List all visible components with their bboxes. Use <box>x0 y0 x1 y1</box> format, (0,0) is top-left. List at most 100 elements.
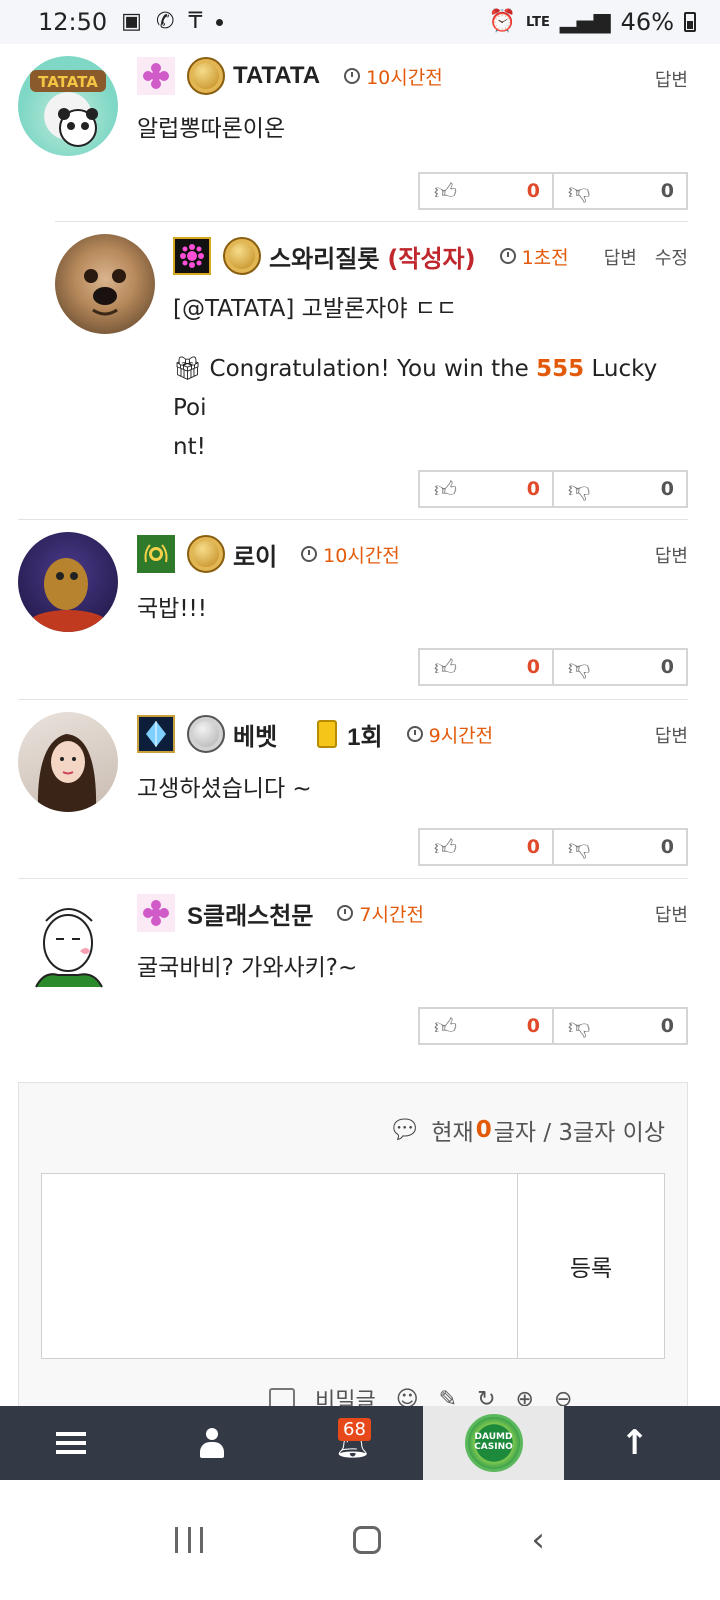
lucky-points: 555 <box>536 356 585 382</box>
user-icon <box>198 1428 226 1458</box>
svg-text:TATATA: TATATA <box>38 73 98 91</box>
comment-text: 굴국바비? 가와사키?~ <box>137 955 358 981</box>
reply-form: 💬︎ 현재 0 글자 / 3글자 이상 등록 비밀글 ☺ ✎ ↻ ⊕ ⊖ <box>18 1082 688 1422</box>
gift-icon: 🎁︎ <box>173 356 203 382</box>
avatar[interactable] <box>18 712 118 812</box>
submit-button[interactable]: 등록 <box>517 1173 665 1359</box>
upvote-button[interactable]: 👍︎ 0 <box>418 1007 554 1045</box>
downvote-button[interactable]: 👎︎ 0 <box>554 828 688 866</box>
alarm-icon: ⏰ <box>488 9 516 34</box>
clock-icon <box>406 726 423 742</box>
level-badge-icon <box>137 535 175 573</box>
recent-apps-icon[interactable] <box>175 1527 204 1553</box>
avatar[interactable]: TATATA <box>18 56 118 156</box>
reply-button[interactable]: 답변 <box>655 542 688 568</box>
warning-count: 1회 <box>317 717 383 752</box>
reply-button[interactable]: 답변 <box>604 244 637 270</box>
comment-item: TATATA TATATA 10시간전 답변 알럽뽕따론이온 👍︎ 0 👎︎ 0 <box>0 44 720 220</box>
clock-icon <box>344 68 361 84</box>
thumbs-up-icon: 👍︎ <box>434 179 457 205</box>
bottom-nav: 🔔︎ 68 DAUMD CASINO ↑ <box>0 1406 720 1480</box>
comment-item: S클래스천문 7시간전 답변 굴국바비? 가와사키?~ 👍︎ 0 👎︎ 0 <box>0 879 720 1057</box>
home-logo-button[interactable]: DAUMD CASINO <box>423 1406 564 1480</box>
level-badge-icon <box>137 894 175 932</box>
battery-icon <box>684 12 696 32</box>
image-icon: ▣ <box>121 9 142 34</box>
thumbs-down-icon: 👎︎ <box>568 179 591 205</box>
comment-time: 9시간전 <box>406 721 493 748</box>
thumbs-down-icon: 👎︎ <box>568 835 591 861</box>
upvote-button[interactable]: 👍︎ 0 <box>418 470 554 508</box>
downvote-button[interactable]: 👎︎ 0 <box>554 648 688 686</box>
nickname[interactable]: TATATA <box>233 62 320 90</box>
speech-bubble-icon: 💬︎ <box>388 1115 422 1145</box>
back-icon[interactable]: ‹ <box>531 1520 545 1560</box>
comment-item: 베벳 1회 9시간전 답변 고생하셨습니다 ~ 👍︎ 0 👎︎ 0 <box>0 700 720 878</box>
level-badge-icon <box>173 237 211 275</box>
system-nav: ‹ <box>0 1480 720 1600</box>
notifications-button[interactable]: 🔔︎ 68 <box>282 1406 423 1480</box>
comment-text: 알럽뽕따론이온 <box>137 116 286 142</box>
reply-button[interactable]: 답변 <box>655 66 688 92</box>
reply-button[interactable]: 답변 <box>655 722 688 748</box>
comment-item: 로이 10시간전 답변 국밥!!! 👍︎ 0 👎︎ 0 <box>0 520 720 698</box>
menu-button[interactable] <box>0 1406 141 1480</box>
downvote-button[interactable]: 👎︎ 0 <box>554 1007 688 1045</box>
status-time: 12:50 <box>38 8 108 36</box>
battery-percent: 46% <box>620 8 674 36</box>
coin-icon <box>223 237 261 275</box>
menu-icon <box>55 1432 86 1454</box>
nickname[interactable]: S클래스천문 <box>187 896 313 931</box>
call-icon: ✆ <box>155 9 175 34</box>
upvote-button[interactable]: 👍︎ 0 <box>418 828 554 866</box>
lucky-point-message: 🎁︎ Congratulation! You win the 555 Lucky… <box>173 356 658 461</box>
avatar[interactable] <box>18 532 118 632</box>
upvote-button[interactable]: 👍︎ 0 <box>418 172 554 210</box>
comment-text: 국밥!!! <box>137 596 207 622</box>
comment-item: 스와리질롯 (작성자) 1초전 답변 수정 [@TATATA] 고발론자야 ㄷㄷ… <box>0 222 720 518</box>
author-tag: (작성자) <box>387 244 476 273</box>
comment-text: [@TATATA] 고발론자야 ㄷㄷ <box>173 296 458 322</box>
comment-time: 7시간전 <box>337 900 424 927</box>
arrow-up-icon: ↑ <box>620 1423 649 1463</box>
nickname[interactable]: 베벳 <box>233 717 277 752</box>
scroll-top-button[interactable]: ↑ <box>564 1406 705 1480</box>
comment-textarea[interactable] <box>41 1173 518 1359</box>
thumbs-up-icon: 👍︎ <box>434 477 457 503</box>
avatar[interactable] <box>18 891 118 991</box>
thumbs-up-icon: 👍︎ <box>434 835 457 861</box>
edit-button[interactable]: 수정 <box>655 244 688 270</box>
t-icon: ₸ <box>188 9 203 34</box>
notification-badge: 68 <box>338 1418 371 1441</box>
level-badge-icon <box>137 715 175 753</box>
coin-icon <box>187 715 225 753</box>
downvote-button[interactable]: 👎︎ 0 <box>554 470 688 508</box>
thumbs-down-icon: 👎︎ <box>568 1014 591 1040</box>
nickname[interactable]: 로이 <box>233 537 277 572</box>
nickname[interactable]: 스와리질롯 <box>269 239 379 274</box>
notification-dot-icon <box>216 18 224 26</box>
avatar[interactable] <box>55 234 155 334</box>
reply-button[interactable]: 답변 <box>655 901 688 927</box>
status-bar: 12:50 ▣ ✆ ₸ ⏰ LTE ▂▄▆ 46% <box>0 0 720 44</box>
level-badge-icon <box>137 57 175 95</box>
upvote-button[interactable]: 👍︎ 0 <box>418 648 554 686</box>
network-label: LTE <box>526 14 550 30</box>
coin-icon <box>187 535 225 573</box>
downvote-button[interactable]: 👎︎ 0 <box>554 172 688 210</box>
thumbs-down-icon: 👎︎ <box>568 655 591 681</box>
home-icon[interactable] <box>353 1526 382 1554</box>
thumbs-down-icon: 👎︎ <box>568 477 591 503</box>
comment-text: 고생하셨습니다 ~ <box>137 776 312 802</box>
clock-icon <box>499 248 516 264</box>
yellow-card-icon <box>317 720 338 748</box>
signal-icon: ▂▄▆ <box>559 9 611 34</box>
thumbs-up-icon: 👍︎ <box>434 655 457 681</box>
coin-icon <box>187 57 225 95</box>
comment-time: 1초전 <box>499 243 569 270</box>
comment-time: 10시간전 <box>344 63 443 90</box>
thumbs-up-icon: 👍︎ <box>434 1014 457 1040</box>
site-logo: DAUMD CASINO <box>464 1414 523 1472</box>
profile-button[interactable] <box>141 1406 282 1480</box>
clock-icon <box>301 546 318 562</box>
